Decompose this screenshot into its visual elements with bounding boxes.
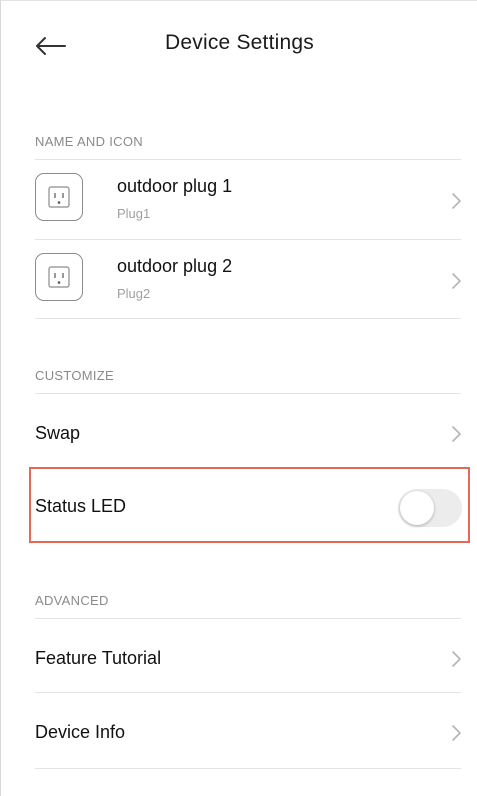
feature-tutorial-row[interactable]: Feature Tutorial [35,633,461,683]
divider [35,159,461,160]
divider [35,393,461,394]
chevron-right-icon [452,273,461,289]
device-info-label: Device Info [35,722,126,742]
toggle-knob [400,491,434,525]
divider [35,768,461,769]
swap-row[interactable]: Swap [35,409,461,459]
outlet-icon [35,173,83,221]
device-row-plug-1[interactable]: outdoor plug 1 Plug1 [35,171,461,227]
divider [35,318,461,319]
status-led-toggle[interactable] [398,489,462,527]
chevron-right-icon [452,426,461,442]
header: Device Settings [1,1,477,91]
chevron-right-icon [452,193,461,209]
outlet-icon [35,253,83,301]
divider [35,239,461,240]
feature-tutorial-label: Feature Tutorial [35,648,162,668]
divider [35,618,461,619]
page-title: Device Settings [165,31,314,54]
chevron-right-icon [452,725,461,741]
chevron-right-icon [452,651,461,667]
section-label-customize: CUSTOMIZE [35,368,115,383]
device-name: outdoor plug 2 [117,256,233,276]
device-name: outdoor plug 1 [117,176,233,196]
device-subtitle: Plug2 [117,286,151,301]
status-led-label: Status LED [35,496,127,516]
section-label-name-and-icon: NAME AND ICON [35,134,143,149]
divider [35,692,461,693]
device-settings-screen: Device Settings NAME AND ICON outdoor pl… [0,0,477,796]
section-label-advanced: ADVANCED [35,593,109,608]
device-row-plug-2[interactable]: outdoor plug 2 Plug2 [35,251,461,307]
swap-label: Swap [35,423,81,443]
device-info-row[interactable]: Device Info [35,707,461,757]
device-subtitle: Plug1 [117,206,151,221]
